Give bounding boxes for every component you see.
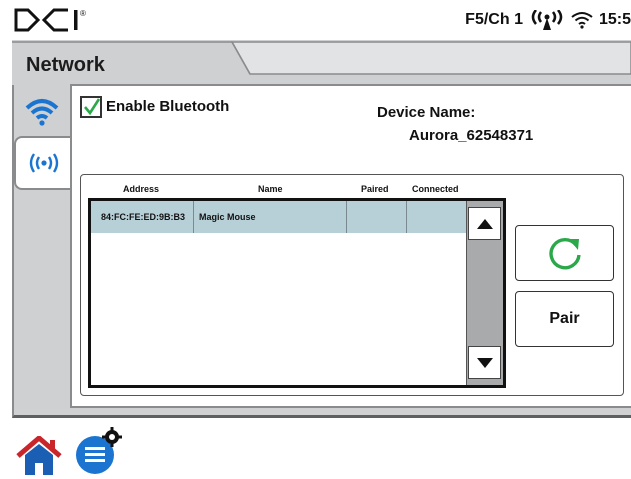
wifi-icon: [571, 12, 593, 29]
home-icon[interactable]: [16, 436, 62, 476]
enable-bluetooth-label[interactable]: Enable Bluetooth: [106, 98, 229, 115]
refresh-button[interactable]: [515, 225, 614, 281]
cell-name: Magic Mouse: [194, 201, 347, 233]
channel-label: F5/Ch 1: [465, 11, 523, 28]
scroll-down-button[interactable]: [468, 346, 501, 379]
clock: 15:5: [598, 11, 631, 28]
bluetooth-broadcast-icon: [29, 153, 59, 173]
refresh-icon: [548, 238, 581, 270]
settings-menu-icon[interactable]: [74, 426, 126, 476]
antenna-signal-icon: [531, 10, 563, 30]
checkmark-icon: [84, 98, 101, 116]
table-row[interactable]: 84:FC:FE:ED:9B:B3 Magic Mouse: [91, 201, 466, 233]
triangle-up-icon: [476, 218, 493, 229]
cell-paired: [347, 201, 407, 233]
page-title: Network: [26, 54, 105, 76]
tab-bluetooth[interactable]: [14, 136, 72, 190]
device-name-value: Aurora_62548371: [409, 127, 534, 144]
dci-logo: ®: [14, 8, 86, 32]
device-name-label: Device Name:: [377, 104, 476, 121]
enable-bluetooth-checkbox[interactable]: [80, 96, 102, 118]
triangle-down-icon: [476, 357, 493, 368]
column-header-connected: Connected: [412, 184, 459, 194]
column-header-name: Name: [258, 184, 283, 194]
pair-button[interactable]: Pair: [515, 291, 614, 347]
svg-text:®: ®: [80, 9, 86, 18]
status-bar: ® F5/Ch 1 15:5: [0, 0, 631, 40]
cell-address: 84:FC:FE:ED:9B:B3: [91, 201, 194, 233]
column-header-paired: Paired: [361, 184, 389, 194]
tab-wifi[interactable]: [14, 84, 70, 140]
wifi-icon: [25, 99, 59, 126]
scroll-up-button[interactable]: [468, 207, 501, 240]
status-indicators: F5/Ch 1 15:5: [465, 8, 631, 32]
column-header-address: Address: [123, 184, 160, 194]
tab-header: Network: [12, 40, 631, 85]
cell-connected: [407, 201, 466, 233]
